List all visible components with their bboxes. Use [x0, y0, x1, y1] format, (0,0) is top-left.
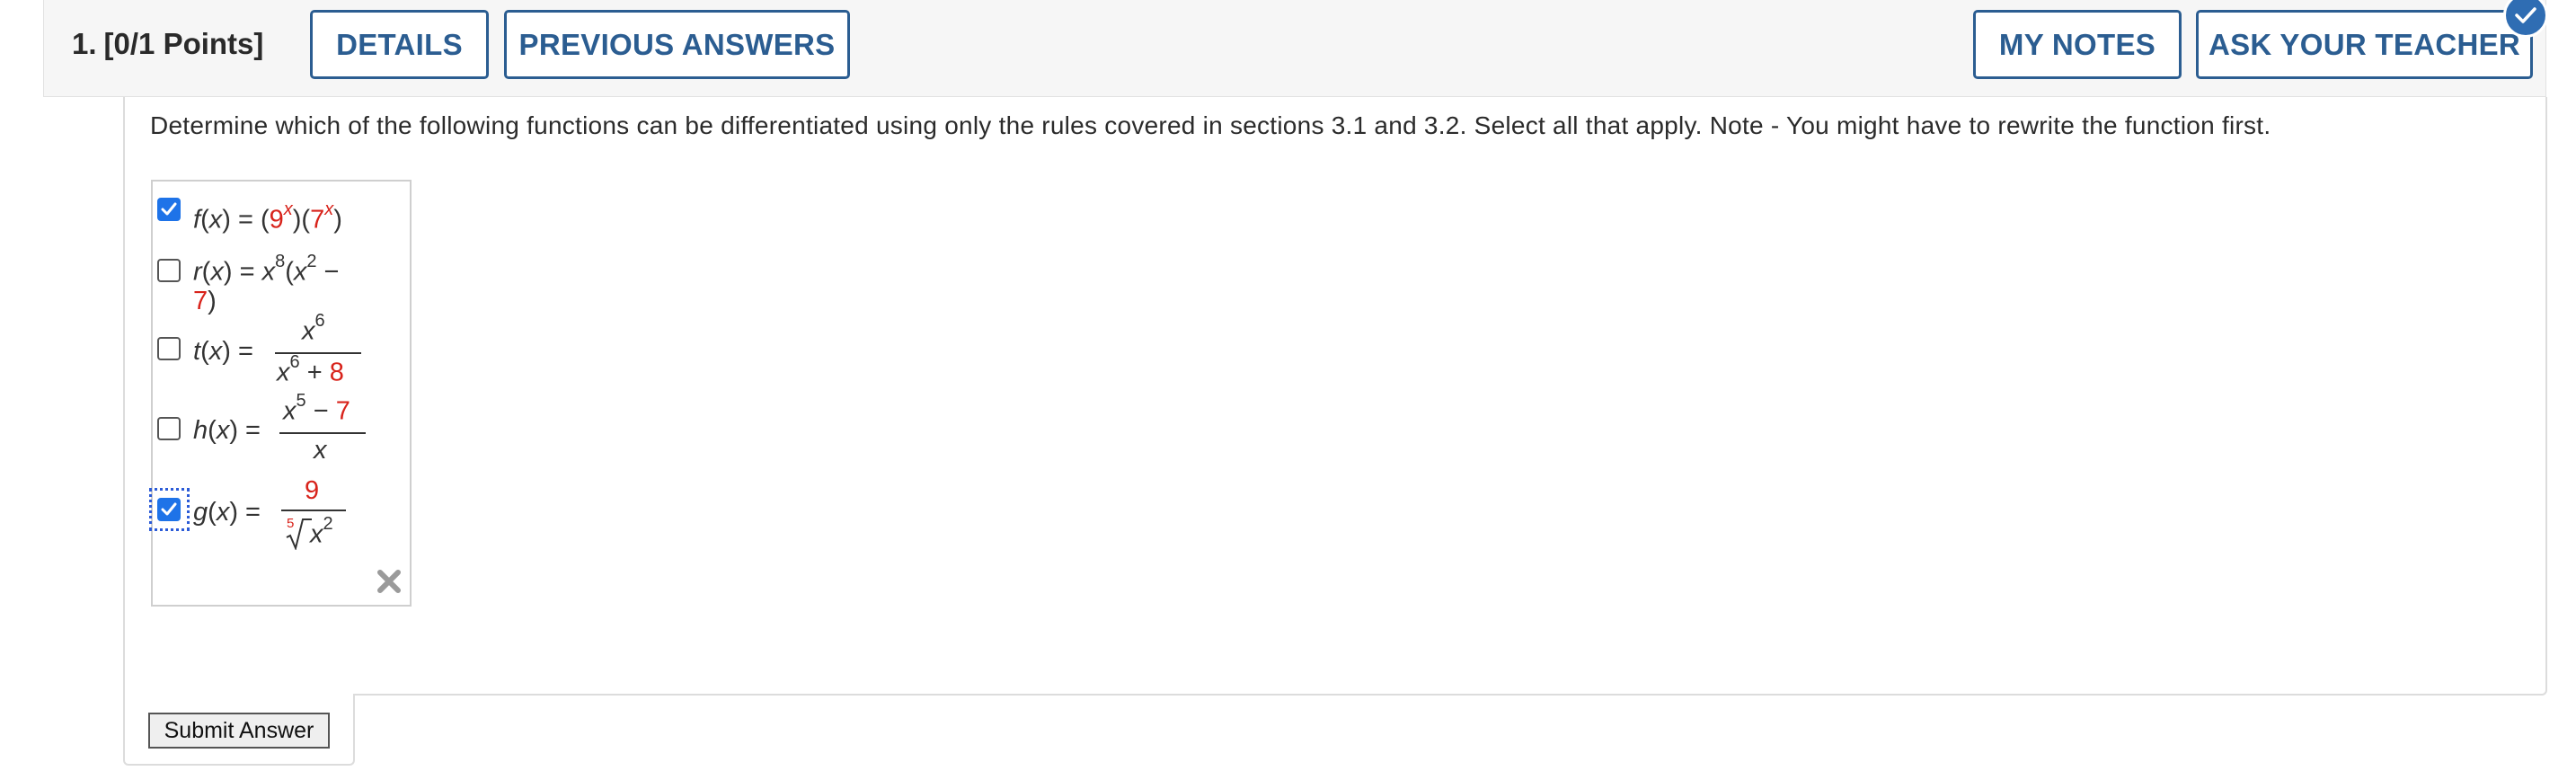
details-button[interactable]: DETAILS: [310, 10, 489, 79]
option-h-label[interactable]: h(x) =: [193, 416, 261, 446]
points-label: [0/1 Points]: [103, 27, 264, 60]
question-content-frame: [123, 97, 2547, 696]
option-t-fraction: x6 x6 + 8: [275, 311, 361, 390]
option-f-checkbox[interactable]: [157, 198, 181, 221]
clear-x-icon[interactable]: [376, 568, 403, 595]
question-text: Determine which of the following functio…: [150, 111, 2271, 139]
my-notes-button[interactable]: MY NOTES: [1973, 10, 2182, 79]
question-number: 1. [0/1 Points]: [72, 27, 263, 61]
option-g-label[interactable]: g(x) =: [193, 498, 261, 527]
option-g-checkbox[interactable]: [157, 498, 181, 521]
option-f-label[interactable]: f(x) = (9x)(7x): [193, 199, 342, 235]
checkbox-check-icon: [161, 502, 177, 516]
previous-answers-button[interactable]: PREVIOUS ANSWERS: [504, 10, 850, 79]
option-h-checkbox[interactable]: [157, 417, 181, 440]
question-number-label: 1.: [72, 27, 97, 60]
option-t-label[interactable]: t(x) =: [193, 337, 253, 367]
ask-your-teacher-button[interactable]: ASK YOUR TEACHER: [2196, 10, 2533, 79]
option-r-checkbox[interactable]: [157, 259, 181, 282]
option-h-fraction: x5 − 7 x: [279, 391, 366, 468]
submit-answer-button[interactable]: Submit Answer: [148, 713, 330, 749]
option-r-label[interactable]: r(x) = x8(x2 − 7): [193, 251, 339, 315]
option-t-checkbox[interactable]: [157, 337, 181, 360]
checkbox-check-icon: [161, 202, 177, 216]
option-g-fraction: 9 5 x2: [281, 476, 346, 552]
